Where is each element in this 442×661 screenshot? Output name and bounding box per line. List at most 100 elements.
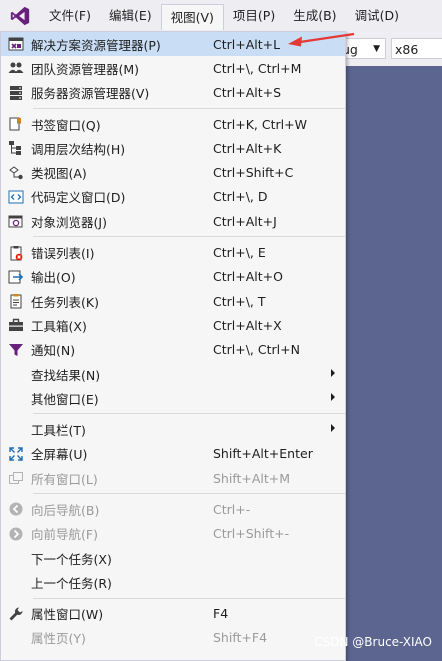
menu-item-label: 解决方案资源管理器(P): [31, 37, 161, 53]
menu-item-label: 下一个任务(X): [31, 551, 112, 567]
menu-item-label: 任务列表(K): [31, 294, 99, 310]
menu-item-bookmark-window[interactable]: 书签窗口(Q) Ctrl+K, Ctrl+W: [1, 112, 345, 136]
menu-item-label: 调用层次结构(H): [31, 141, 126, 157]
menu-debug[interactable]: 调试(D): [346, 3, 408, 29]
menu-item-shortcut: Ctrl+Shift+C: [213, 165, 294, 181]
task-list-icon: [1, 289, 31, 313]
menu-separator: [33, 107, 345, 109]
menu-item-previous-task[interactable]: 上一个任务(R): [1, 570, 345, 594]
menu-item-property-pages[interactable]: 属性页(Y) Shift+F4: [1, 626, 345, 650]
menu-item-label: 代码定义窗口(D): [31, 190, 126, 206]
menu-item-shortcut: Ctrl+\, T: [213, 293, 266, 309]
menu-item-shortcut: Ctrl+K, Ctrl+W: [213, 116, 307, 132]
menu-item-label: 查找结果(N): [31, 367, 101, 383]
wrench-icon: [1, 602, 31, 626]
menu-item-shortcut: Ctrl+Alt+O: [213, 269, 283, 285]
notification-icon: [1, 338, 31, 362]
view-menu-dropdown: 解决方案资源管理器(P) Ctrl+Alt+L 团队资源管理器(M) Ctrl+…: [0, 31, 346, 661]
menu-item-find-results[interactable]: 查找结果(N): [1, 362, 345, 386]
call-hierarchy-icon: [1, 136, 31, 160]
menu-item-shortcut: Shift+F4: [213, 630, 268, 646]
menu-item-label: 服务器资源管理器(V): [31, 86, 150, 102]
menu-project[interactable]: 项目(P): [224, 3, 284, 29]
menu-item-shortcut: Ctrl+Shift+-: [213, 526, 290, 542]
menu-item-class-view[interactable]: 类视图(A) Ctrl+Shift+C: [1, 160, 345, 184]
menu-item-label: 类视图(A): [31, 166, 87, 182]
toolbox-icon: [1, 313, 31, 337]
menu-item-label: 属性窗口(W): [31, 607, 104, 623]
menu-item-shortcut: Ctrl+Alt+S: [213, 85, 282, 101]
submenu-arrow-icon: [331, 424, 335, 433]
menu-item-server-explorer[interactable]: 服务器资源管理器(V) Ctrl+Alt+S: [1, 81, 345, 105]
menu-view[interactable]: 视图(V): [160, 4, 224, 30]
menu-item-label: 其他窗口(E): [31, 391, 99, 407]
menu-item-shortcut: Shift+Alt+M: [213, 470, 291, 486]
menu-item-call-hierarchy[interactable]: 调用层次结构(H) Ctrl+Alt+K: [1, 136, 345, 160]
menu-item-next-task[interactable]: 下一个任务(X): [1, 546, 345, 570]
fullscreen-icon: [1, 442, 31, 466]
visual-studio-logo-icon[interactable]: [0, 0, 40, 32]
menu-item-shortcut: Ctrl+-: [213, 501, 251, 517]
menu-item-all-windows[interactable]: 所有窗口(L) Shift+Alt+M: [1, 466, 345, 490]
bookmark-icon: [1, 112, 31, 136]
menu-item-label: 工具箱(X): [31, 318, 87, 334]
menu-separator: [33, 597, 345, 599]
menu-build[interactable]: 生成(B): [284, 3, 345, 29]
menu-item-navigate-forward[interactable]: 向前导航(F) Ctrl+Shift+-: [1, 522, 345, 546]
menu-item-label: 向前导航(F): [31, 527, 98, 543]
menu-item-label: 团队资源管理器(M): [31, 61, 140, 77]
menu-file[interactable]: 文件(F): [40, 3, 100, 29]
solution-explorer-icon: [1, 32, 31, 56]
submenu-arrow-icon: [331, 368, 335, 377]
menu-item-label: 上一个任务(R): [31, 575, 112, 591]
menu-item-label: 错误列表(I): [31, 246, 95, 262]
menu-item-label: 输出(O): [31, 270, 76, 286]
menu-item-shortcut: Shift+Alt+Enter: [213, 446, 313, 462]
all-windows-icon: [1, 466, 31, 490]
menu-item-shortcut: Ctrl+Alt+J: [213, 213, 277, 229]
navigate-back-icon: [1, 497, 31, 521]
menu-item-object-browser[interactable]: 对象浏览器(J) Ctrl+Alt+J: [1, 209, 345, 233]
annotation-arrow-icon: [288, 32, 355, 47]
menu-separator: [33, 413, 345, 415]
menu-item-shortcut: Ctrl+\, Ctrl+N: [213, 342, 300, 358]
class-view-icon: [1, 161, 31, 185]
menu-item-shortcut: F4: [213, 606, 229, 622]
team-explorer-icon: [1, 56, 31, 80]
object-browser-icon: [1, 209, 31, 233]
dropdown-arrow-icon: ▼: [373, 44, 380, 54]
submenu-arrow-icon: [331, 393, 335, 402]
menu-item-label: 全屏幕(U): [31, 447, 88, 463]
menu-item-label: 向后导航(B): [31, 502, 100, 518]
server-explorer-icon: [1, 81, 31, 105]
menu-item-shortcut: Ctrl+Alt+L: [213, 36, 281, 52]
menu-item-shortcut: Ctrl+\, Ctrl+M: [213, 60, 302, 76]
platform-dropdown[interactable]: x86: [391, 38, 442, 59]
menu-item-label: 属性页(Y): [31, 631, 86, 647]
menu-edit[interactable]: 编辑(E): [100, 3, 161, 29]
menu-item-other-windows[interactable]: 其他窗口(E): [1, 386, 345, 410]
menu-item-shortcut: Ctrl+Alt+K: [213, 140, 282, 156]
menu-bar: 文件(F) 编辑(E) 视图(V) 项目(P) 生成(B) 调试(D): [0, 0, 442, 32]
menu-separator: [33, 493, 345, 495]
menu-item-shortcut: Ctrl+\, D: [213, 189, 268, 205]
menu-item-task-list[interactable]: 任务列表(K) Ctrl+\, T: [1, 289, 345, 313]
menu-item-label: 书签窗口(Q): [31, 117, 101, 133]
menu-item-shortcut: Ctrl+Alt+X: [213, 317, 282, 333]
menu-item-full-screen[interactable]: 全屏幕(U) Shift+Alt+Enter: [1, 442, 345, 466]
menu-item-shortcut: Ctrl+\, E: [213, 245, 266, 261]
menu-item-notifications[interactable]: 通知(N) Ctrl+\, Ctrl+N: [1, 338, 345, 362]
platform-value: x86: [395, 42, 419, 57]
menu-separator: [33, 236, 345, 238]
menu-item-output[interactable]: 输出(O) Ctrl+Alt+O: [1, 265, 345, 289]
menu-item-team-explorer[interactable]: 团队资源管理器(M) Ctrl+\, Ctrl+M: [1, 56, 345, 80]
navigate-forward-icon: [1, 522, 31, 546]
menu-item-toolbars[interactable]: 工具栏(T): [1, 417, 345, 441]
menu-item-label: 所有窗口(L): [31, 471, 98, 487]
menu-item-toolbox[interactable]: 工具箱(X) Ctrl+Alt+X: [1, 313, 345, 337]
menu-item-code-definition-window[interactable]: 代码定义窗口(D) Ctrl+\, D: [1, 185, 345, 209]
menu-item-navigate-backward[interactable]: 向后导航(B) Ctrl+-: [1, 497, 345, 521]
menu-item-properties-window[interactable]: 属性窗口(W) F4: [1, 602, 345, 626]
menu-item-error-list[interactable]: 错误列表(I) Ctrl+\, E: [1, 240, 345, 264]
menu-item-label: 通知(N): [31, 343, 76, 359]
